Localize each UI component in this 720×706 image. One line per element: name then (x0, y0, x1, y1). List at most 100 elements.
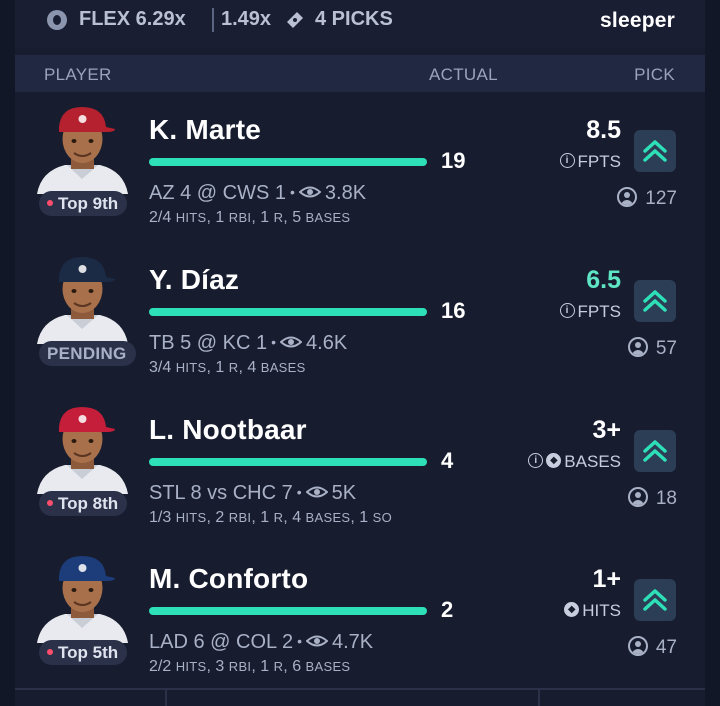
stat-value: 4 (247, 359, 257, 376)
stat-market: i ◆ BASES (528, 452, 621, 472)
player-headshot (29, 399, 136, 494)
footer-tab-divider (538, 690, 540, 706)
pick-line-value: 6.5 (586, 266, 621, 294)
pick-count-value: 57 (655, 338, 677, 359)
column-header-pick: PICK (634, 65, 675, 84)
game-status-text: PENDING (47, 344, 127, 363)
column-header-actual: ACTUAL (429, 65, 498, 84)
brand-logo: sleeper (600, 9, 675, 32)
pick-count: 47 (627, 635, 677, 659)
game-status-badge: Top 9th (39, 191, 128, 216)
game-score: TB 5 @ KC 1 (149, 332, 268, 354)
view-count: 4.6K (306, 332, 348, 354)
info-icon[interactable]: i (528, 453, 544, 469)
game-info: LAD 6 @ COL 2 • 4.7K (149, 631, 373, 654)
user-icon (627, 336, 648, 357)
boost-icon: ◆ (546, 453, 562, 469)
game-score: LAD 6 @ COL 2 (149, 631, 294, 653)
entry-card: FLEX 6.29x 1.49x 4 PICKS sleeper PLAYER … (15, 0, 705, 706)
pick-count: 127 (617, 186, 677, 210)
separator-dot: • (296, 484, 302, 500)
stat-value: 1/3 (149, 509, 172, 526)
pick-count-value: 18 (655, 488, 677, 509)
player-headshot (29, 548, 136, 643)
progress-bar (149, 607, 427, 615)
stat-label: RBI (228, 510, 252, 525)
player-headshot (29, 249, 136, 344)
stat-label: HITS (175, 210, 207, 225)
stat-value: 3/4 (149, 359, 172, 376)
pick-line-value: 1+ (592, 565, 621, 593)
stat-line: 2/2 HITS, 3 RBI, 1 R, 6 BASES (149, 658, 351, 675)
stat-line: 3/4 HITS, 1 R, 4 BASES (149, 359, 306, 376)
market-label: BASES (564, 452, 621, 471)
separator-dot: • (290, 184, 295, 200)
stat-value: 3 (215, 658, 225, 675)
eye-icon (280, 336, 303, 348)
footer-divider (15, 688, 705, 690)
pick-count: 18 (627, 486, 677, 510)
game-score: STL 8 vs CHC 7 (149, 482, 293, 504)
stat-label: BASES (260, 360, 306, 375)
more-pick-button[interactable] (634, 430, 676, 472)
divider (212, 8, 214, 32)
stat-label: BASES (305, 510, 351, 525)
stat-value: 1 (260, 509, 270, 526)
stat-value: 1 (215, 359, 225, 376)
stat-value: 2 (215, 509, 225, 526)
info-icon[interactable]: i (559, 153, 575, 169)
eye-icon (298, 186, 321, 198)
stat-label: RBI (228, 659, 252, 674)
game-status-badge: Top 5th (39, 640, 128, 665)
pick-line-value: 3+ (592, 416, 621, 444)
double-chevron-up-icon (643, 440, 667, 462)
stat-market: ◆ HITS (564, 601, 621, 621)
ticket-icon (287, 12, 303, 28)
progress-bar (149, 158, 427, 166)
stat-value: 1 (359, 509, 369, 526)
pick-row[interactable]: PENDING Y. Díaz 16 TB 5 @ KC 1 • 4.6K 3/4 … (15, 242, 705, 392)
stat-label: R (273, 659, 284, 674)
boost-icon: ◆ (564, 602, 580, 618)
stat-value: 2/4 (149, 209, 172, 226)
market-label: HITS (582, 601, 621, 620)
right-frame (705, 0, 720, 706)
user-icon (627, 635, 648, 656)
pick-row[interactable]: Top 8th L. Nootbaar 4 STL 8 vs CHC 7 • 5K … (15, 392, 705, 542)
player-name[interactable]: L. Nootbaar (149, 414, 307, 446)
pick-row[interactable]: Top 5th M. Conforto 2 LAD 6 @ COL 2 • 4.7K… (15, 541, 705, 691)
coin-icon (47, 10, 67, 30)
game-status-text: Top 5th (58, 643, 119, 662)
more-pick-button[interactable] (634, 130, 676, 172)
stat-label: RBI (228, 210, 252, 225)
double-chevron-up-icon (643, 290, 667, 312)
stat-market: i FPTS (559, 152, 621, 172)
more-pick-button[interactable] (634, 579, 676, 621)
separator-dot: • (271, 334, 277, 350)
live-dot (47, 499, 53, 506)
user-icon (627, 486, 648, 507)
more-pick-button[interactable] (634, 280, 676, 322)
picks-count: 4 PICKS (315, 8, 393, 30)
stat-label: BASES (305, 659, 351, 674)
stat-label: R (228, 360, 239, 375)
left-frame (0, 0, 15, 706)
stat-value: 2/2 (149, 658, 172, 675)
player-name[interactable]: M. Conforto (149, 563, 308, 595)
stat-label: R (273, 510, 284, 525)
player-name[interactable]: K. Marte (149, 114, 261, 146)
stat-value: 4 (292, 509, 302, 526)
game-info: STL 8 vs CHC 7 • 5K (149, 482, 356, 505)
pick-row[interactable]: Top 9th K. Marte 19 AZ 4 @ CWS 1 • 3.8K 2/… (15, 92, 705, 242)
user-icon (617, 186, 638, 207)
stat-value: 5 (292, 209, 302, 226)
progress-bar (149, 458, 427, 466)
view-count: 5K (331, 482, 357, 504)
stat-value: 6 (292, 658, 302, 675)
info-icon[interactable]: i (559, 303, 575, 319)
player-name[interactable]: Y. Díaz (149, 264, 239, 296)
entry-summary-bar[interactable]: FLEX 6.29x 1.49x 4 PICKS sleeper (15, 0, 705, 48)
double-chevron-up-icon (643, 140, 667, 162)
table-header: PLAYER ACTUAL PICK (15, 55, 705, 92)
live-dot (47, 199, 53, 206)
